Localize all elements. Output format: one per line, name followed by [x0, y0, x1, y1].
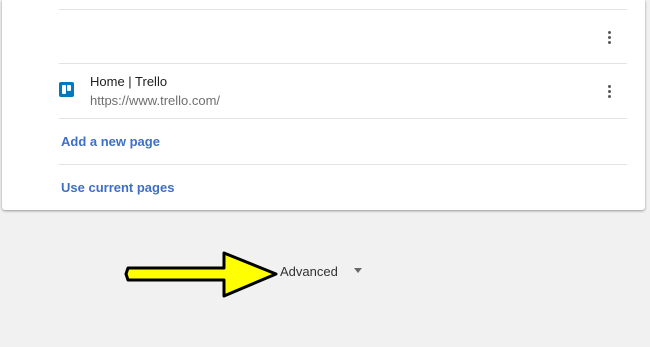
yellow-arrow-annotation [124, 251, 278, 298]
divider [59, 63, 627, 64]
trello-icon [59, 82, 74, 97]
page-title: Home | Trello [90, 74, 168, 89]
page-url: https://www.trello.com/ [90, 93, 221, 108]
more-actions-icon[interactable] [599, 27, 619, 47]
divider [59, 164, 627, 165]
startup-pages-card: Home | Trello https://www.trello.com/ Ad… [2, 0, 645, 210]
add-new-page-link[interactable]: Add a new page [61, 134, 160, 149]
more-actions-icon[interactable] [599, 81, 619, 101]
advanced-toggle[interactable]: Advanced [280, 264, 338, 279]
divider [59, 118, 627, 119]
use-current-pages-link[interactable]: Use current pages [61, 180, 174, 195]
chevron-down-icon[interactable] [354, 268, 362, 273]
divider [59, 9, 627, 10]
